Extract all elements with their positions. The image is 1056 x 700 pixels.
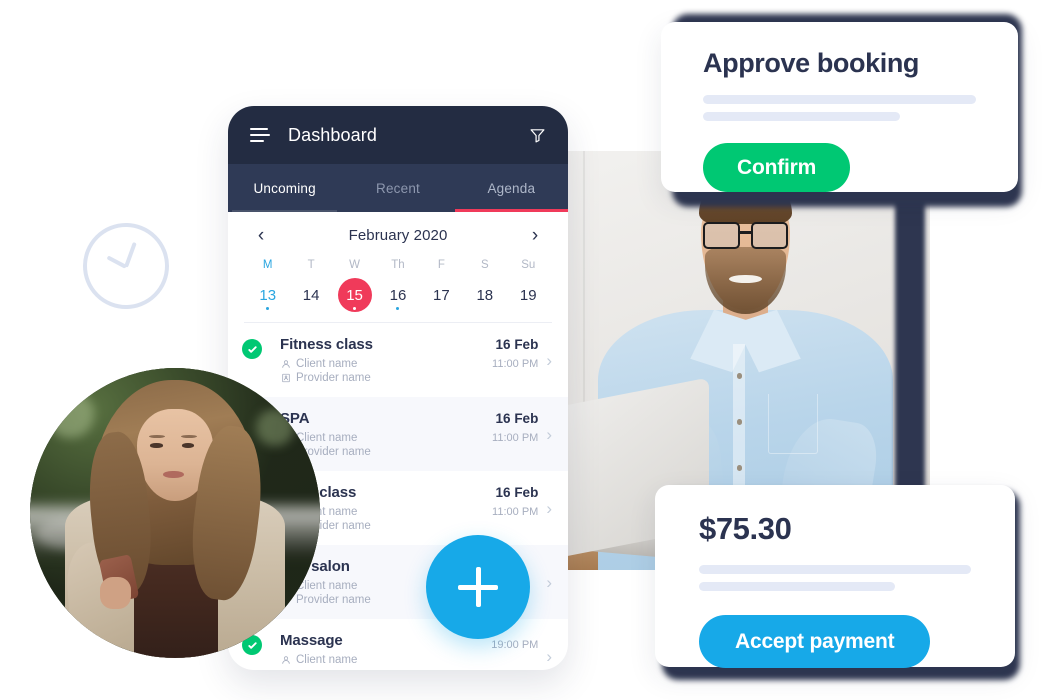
plus-icon	[475, 567, 481, 607]
payment-amount: $75.30	[699, 511, 792, 546]
skeleton-line	[703, 112, 900, 121]
chevron-right-icon[interactable]: ›	[546, 352, 552, 369]
illustration-stage: Approve booking Confirm $75.30 Accept pa…	[0, 0, 1056, 700]
calendar-date-row: 13 14 15 16 17 18 19	[228, 278, 568, 318]
weekday-label: F	[437, 259, 445, 271]
approve-booking-card: Approve booking Confirm	[661, 22, 1018, 192]
clock-minute-hand	[106, 255, 127, 269]
filter-icon[interactable]	[529, 127, 546, 144]
weekday-label: Su	[521, 259, 536, 271]
weekday-label: W	[349, 259, 360, 271]
calendar-date[interactable]: 19	[507, 278, 550, 312]
add-appointment-fab[interactable]	[426, 535, 530, 639]
chevron-right-icon[interactable]: ›	[546, 648, 552, 665]
skeleton-line	[699, 565, 971, 574]
tab-uncoming[interactable]: Uncoming	[228, 164, 341, 212]
calendar-month-label: February 2020	[348, 227, 448, 244]
clock-hour-hand	[124, 241, 137, 268]
appointment-title: Fitness class	[280, 336, 373, 353]
appointment-date: 16 Feb	[495, 411, 539, 426]
calendar-weekday-row: M T W Th F S Su	[228, 259, 568, 271]
appointment-date: 16 Feb	[495, 337, 539, 352]
prev-month-arrow[interactable]: ‹	[252, 226, 270, 245]
hamburger-menu-icon[interactable]	[250, 128, 270, 142]
chevron-right-icon[interactable]: ›	[546, 426, 552, 443]
calendar-date-today[interactable]: 15	[333, 278, 376, 312]
phone-tab-bar: Uncoming Recent Agenda	[228, 164, 568, 212]
weekday-label: M	[262, 259, 273, 271]
chevron-right-icon[interactable]: ›	[546, 574, 552, 591]
phone-header: Dashboard	[228, 106, 568, 164]
calendar-date[interactable]: 14	[289, 278, 332, 312]
approve-card-title: Approve booking	[703, 48, 919, 78]
calendar-month-bar: ‹ February 2020 ›	[228, 212, 568, 251]
calendar-date[interactable]: 18	[463, 278, 506, 312]
next-month-arrow[interactable]: ›	[526, 226, 544, 245]
weekday-label: S	[480, 259, 489, 271]
weekday-label: T	[307, 259, 315, 271]
calendar-date[interactable]: 16	[376, 278, 419, 312]
skeleton-line	[699, 582, 895, 591]
calendar-date[interactable]: 13	[246, 278, 289, 312]
skeleton-line	[703, 95, 976, 104]
tab-agenda[interactable]: Agenda	[454, 164, 568, 212]
calendar-date[interactable]: 17	[420, 278, 463, 312]
confirm-button[interactable]: Confirm	[703, 143, 851, 192]
chevron-right-icon[interactable]: ›	[546, 500, 552, 517]
appointment-date: 16 Feb	[495, 485, 539, 500]
payment-card: $75.30 Accept payment	[655, 485, 1015, 668]
accept-payment-button[interactable]: Accept payment	[699, 615, 931, 668]
status-done-icon	[242, 339, 262, 359]
weekday-label: Th	[391, 259, 405, 271]
appointment-time: 11:00 PM	[492, 358, 539, 370]
appointment-time: 19:00 PM	[491, 639, 539, 651]
page-title: Dashboard	[288, 124, 377, 145]
clock-icon	[83, 223, 169, 309]
tab-recent[interactable]: Recent	[341, 164, 454, 212]
woman-with-phone-photo	[30, 368, 320, 658]
appointment-time: 11:00 PM	[492, 432, 539, 444]
appointment-time: 11:00 PM	[492, 506, 539, 518]
